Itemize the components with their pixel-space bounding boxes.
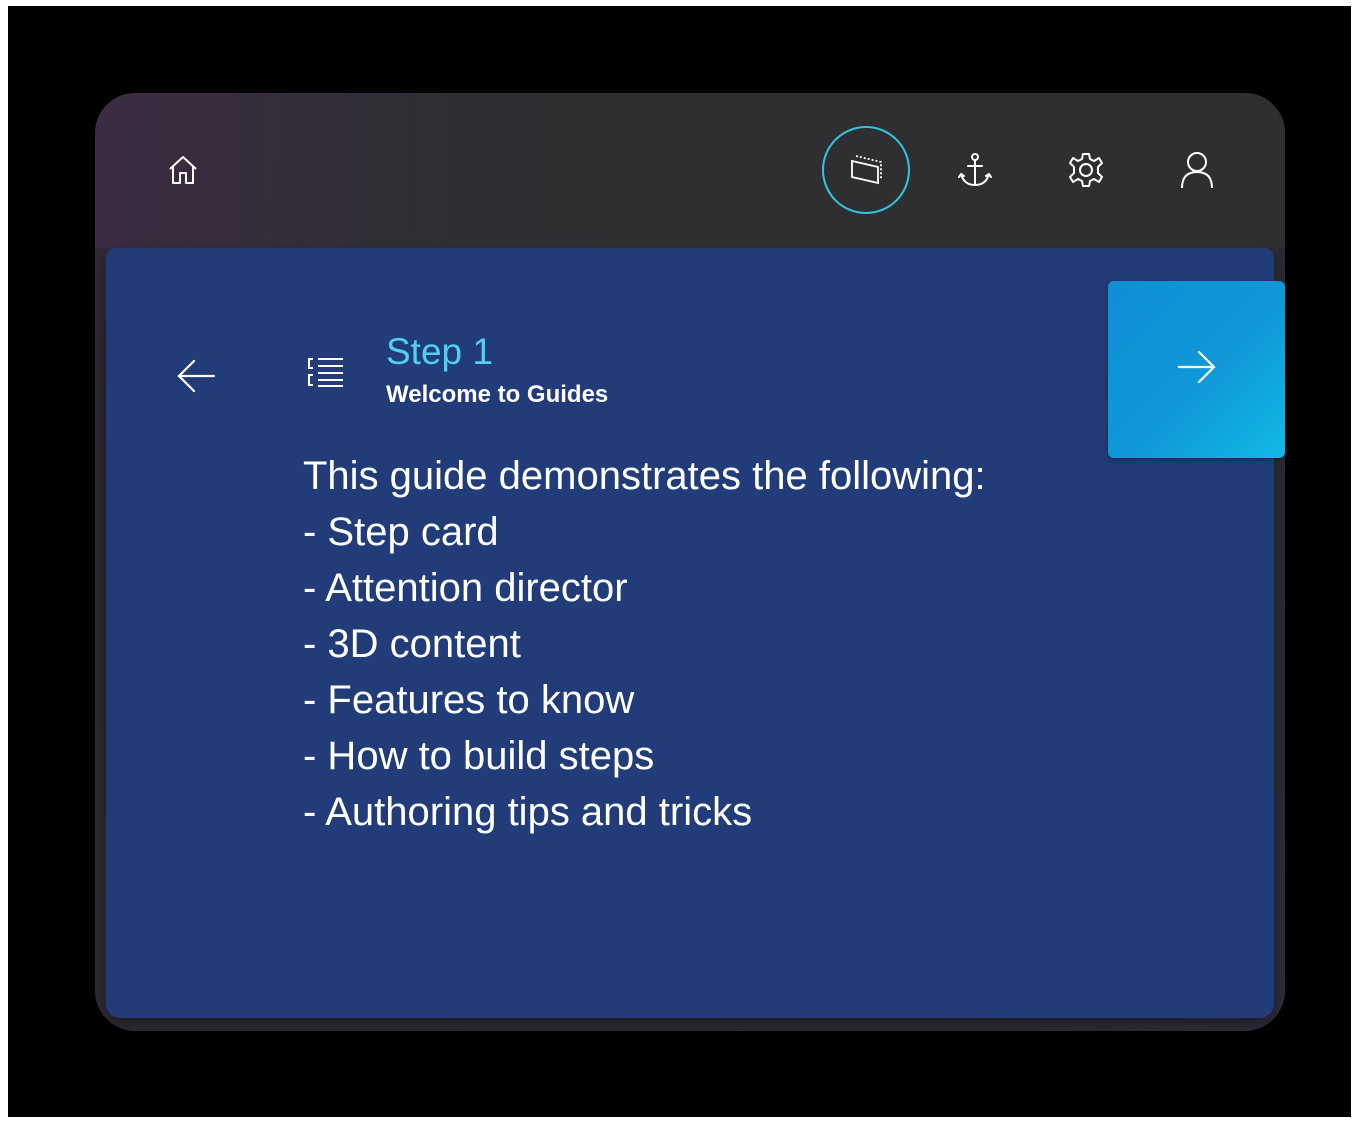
body-line: - Step card — [303, 510, 499, 554]
arrow-left-icon — [176, 359, 216, 398]
body-line: - How to build steps — [303, 734, 655, 778]
step-card: Step 1 Welcome to Guides This guide demo… — [106, 248, 1274, 1018]
background-frame: Step 1 Welcome to Guides This guide demo… — [8, 6, 1351, 1117]
card-outline-icon — [848, 153, 884, 187]
list-icon — [307, 356, 345, 393]
next-step-button[interactable] — [1108, 281, 1285, 458]
step-title: Welcome to Guides — [386, 381, 609, 408]
step-card-toggle-button[interactable] — [822, 126, 910, 214]
anchor-icon — [958, 152, 992, 188]
gear-icon — [1067, 151, 1105, 189]
guides-window: Step 1 Welcome to Guides This guide demo… — [95, 93, 1285, 1031]
person-icon — [1180, 151, 1214, 189]
home-button[interactable] — [139, 126, 227, 214]
previous-step-button[interactable] — [156, 338, 236, 418]
settings-button[interactable] — [1042, 126, 1130, 214]
step-number-label: Step 1 — [386, 331, 493, 372]
anchor-button[interactable] — [931, 126, 1019, 214]
arrow-right-icon — [1177, 350, 1217, 389]
body-line: This guide demonstrates the following: — [303, 454, 986, 498]
home-icon — [167, 154, 199, 186]
body-line: - Features to know — [303, 678, 635, 722]
step-body-text: This guide demonstrates the following: -… — [303, 448, 1123, 840]
top-toolbar — [95, 93, 1285, 248]
body-line: - 3D content — [303, 622, 521, 666]
profile-button[interactable] — [1153, 126, 1241, 214]
body-line: - Authoring tips and tricks — [303, 790, 753, 834]
body-line: - Attention director — [303, 566, 628, 610]
step-list-button[interactable] — [296, 344, 356, 404]
